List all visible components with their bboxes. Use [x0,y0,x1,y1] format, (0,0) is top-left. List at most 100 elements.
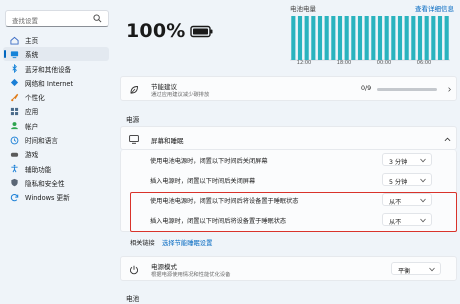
accessibility-icon [11,164,18,173]
power-mode-dropdown[interactable]: 平衡 [391,262,441,275]
power-mode-card: 电源模式 根据电源使用情况和性能优化设备 平衡 [120,256,457,281]
chart-bar [431,16,436,60]
chart-x-tick-label: 06:00 [416,60,432,66]
shield-icon [11,179,18,187]
sidebar-item-accessibility[interactable]: 辅助功能 [3,162,109,176]
chevron-down-icon [420,158,426,163]
sidebar-item-label: 系统 [25,51,39,60]
sidebar-nav: 主页系统蓝牙和其他设备 网络和 Internet 个性化应用帐户时间和语言游戏辅助功… [3,33,109,205]
search-placeholder: 查找设置 [12,17,38,25]
battery-percent: 100% [126,20,186,42]
search-icon [93,14,102,23]
clock-globe-icon [10,136,19,144]
chart-bar [384,16,389,60]
search-box[interactable]: 查找设置 [5,10,109,27]
chart-bar [324,16,329,60]
chart-bar [364,16,369,60]
energy-count: 0/9 [361,85,372,92]
sidebar-item-label: 蓝牙和其他设备 [25,65,72,74]
chart-bar [304,16,309,60]
sidebar-item-clock-globe[interactable]: 时间和语言 [3,133,109,147]
energy-subtitle: 通过应用建议减少碳排放 [151,92,210,98]
sidebar-item-bluetooth[interactable]: 蓝牙和其他设备 [3,62,109,76]
chevron-right-icon [448,87,451,92]
chart-bar [337,16,343,60]
brush-icon [11,93,19,101]
chart-bar [317,16,323,60]
sidebar-item-network[interactable]: 网络和 Internet [3,76,109,90]
sleep-timeout-dropdown[interactable]: 5 分钟 [382,173,432,186]
screen-sleep-card[interactable]: 屏幕和睡眠 [120,126,457,150]
view-details-link[interactable]: 查看详细信息 [415,3,454,13]
sidebar-item-label: 辅助功能 [25,165,52,174]
chart-bar [404,16,409,60]
chart-x-tick-label: 00:00 [376,60,392,66]
chevron-down-icon [420,178,426,183]
energy-progress-bar [377,88,437,91]
chart-x-axis: 12:00 18:00 00:00 06:00 [290,60,450,68]
monitor-sleep-icon [129,135,139,144]
chart-bar [351,16,356,60]
chart-bar [297,16,303,60]
sidebar-item-brush[interactable]: 个性化 [3,90,109,104]
chart-bar [437,16,443,60]
chart-bar [377,16,383,60]
sidebar-item-account[interactable]: 帐户 [3,119,109,133]
main-pane: 100% 电池电量 查看详细信息 12:00 18:00 00:00 06:00 节能… [118,0,460,304]
sleep-timeout-dropdown[interactable]: 3 分钟 [382,153,432,166]
power-mode-icon [129,265,139,275]
energy-sleep-settings-link[interactable]: 选择节能睡眠设置 [162,238,212,247]
chart-bar [357,16,363,60]
sidebar-item-label: 网络和 Internet [25,79,74,88]
sidebar-item-label: 个性化 [25,94,45,103]
gamepad-icon [10,152,19,157]
sidebar-item-label: 帐户 [25,122,39,131]
chart-bar [424,16,429,60]
sleep-row-label: 插入电源时，闭置以下时间后关闭屏幕 [150,178,256,185]
home-icon [10,36,19,45]
energy-recommendations-card[interactable]: 节能建议 通过应用建议减少碳排放 0/9 [120,76,457,101]
sidebar-item-label: 时间和语言 [25,137,58,146]
chart-bar [371,16,376,60]
chevron-down-icon [429,267,435,272]
sleep-timeout-value: 5 分钟 [389,178,408,186]
chevron-up-icon[interactable] [444,137,451,142]
battery-charging-icon [190,25,213,38]
power-mode-value: 平衡 [398,267,411,275]
apps-icon [10,107,19,116]
sleep-row-label: 使用电池电源时，闭置以下时间后关闭屏幕 [150,158,268,165]
sidebar-item-gamepad[interactable]: 游戏 [3,147,109,161]
chart-bar [391,16,396,60]
network-icon [10,79,19,87]
sleep-rows-highlight [130,192,457,232]
power-section-label: 电源 [126,116,140,124]
screen-sleep-title: 屏幕和睡眠 [151,137,184,145]
battery-level-title: 电池电量 [290,5,316,13]
leaf-icon [130,86,138,94]
chart-bar [291,16,296,60]
chart-bar [417,16,423,60]
chart-bar [397,16,403,60]
sidebar-item-label: 游戏 [25,151,39,160]
chart-bar [344,16,349,60]
sidebar-item-home[interactable]: 主页 [3,33,109,47]
chart-bar [444,16,449,60]
sidebar-item-label: 主页 [25,37,39,45]
sidebar-item-update[interactable]: Windows 更新 [3,190,109,204]
sidebar-item-apps[interactable]: 应用 [3,104,109,118]
sidebar-item-shield[interactable]: 隐私和安全性 [3,176,109,190]
chart-x-tick-label: 12:00 [296,60,312,66]
sidebar-item-system[interactable]: 系统 [3,47,109,62]
battery-section-label: 电池 [126,295,140,303]
system-icon [10,51,19,58]
chart-x-tick-label: 18:00 [336,60,352,66]
update-icon [10,193,19,202]
chart-bar [331,16,336,60]
sidebar-item-label: 应用 [25,108,39,117]
sidebar-item-label: Windows 更新 [25,194,70,203]
power-mode-subtitle: 根据电源使用情况和性能优化设备 [151,272,231,278]
bluetooth-icon [12,64,17,74]
account-icon [11,122,18,130]
sidebar: 查找设置 主页系统蓝牙和其他设备 网络和 Internet 个性化应用帐户时间和语言… [0,0,112,304]
sidebar-item-label: 隐私和安全性 [25,179,65,188]
